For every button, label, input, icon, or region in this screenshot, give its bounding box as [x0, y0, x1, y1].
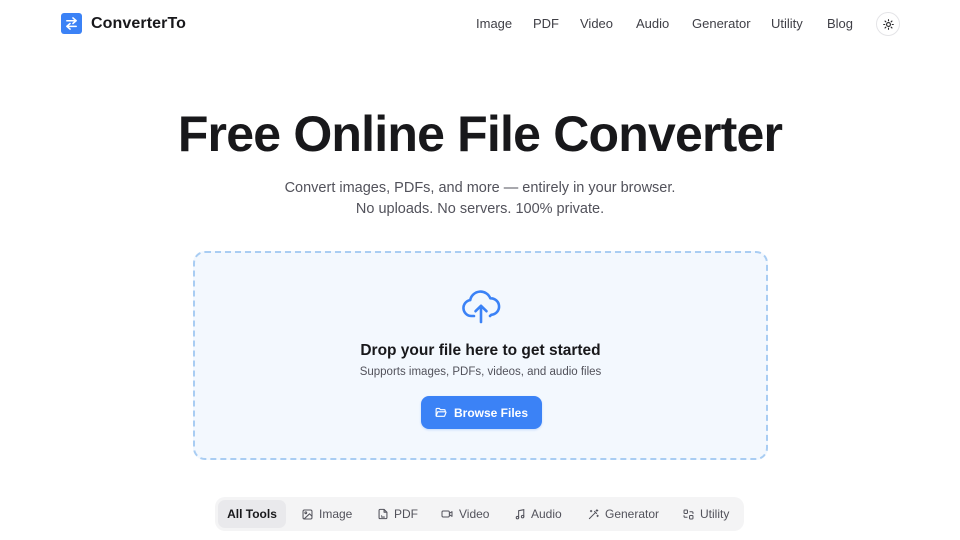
tab-label: Image [319, 507, 353, 521]
nav-item-video[interactable]: Video [580, 16, 613, 31]
tab-label: Audio [531, 507, 562, 521]
tab-image[interactable]: Image [294, 500, 360, 528]
nav-item-utility[interactable]: Utility [771, 16, 803, 31]
nav-item-audio[interactable]: Audio [636, 16, 669, 31]
site-header: ConverterTo Image PDF Video Audio Genera… [0, 0, 960, 48]
sun-icon [882, 18, 894, 30]
dropzone-subtitle: Supports images, PDFs, videos, and audio… [359, 366, 602, 378]
utility-icon [683, 509, 694, 519]
file-pdf-icon [378, 508, 388, 520]
cloud-upload-icon [462, 290, 501, 324]
music-icon [515, 508, 525, 519]
tab-all-tools[interactable]: All Tools [218, 500, 286, 528]
page-title: Free Online File Converter [177, 106, 783, 162]
tab-label: PDF [394, 507, 418, 521]
main-nav: Image PDF Video Audio Generator Utility … [0, 16, 960, 32]
tab-utility[interactable]: Utility [675, 500, 737, 528]
nav-item-pdf[interactable]: PDF [533, 16, 559, 31]
hero-subtitle-line2: No uploads. No servers. 100% private. [355, 201, 605, 217]
tab-label: All Tools [227, 507, 277, 521]
tab-audio[interactable]: Audio [507, 500, 570, 528]
category-tabs: All Tools Image PDF Video Audio Generato… [215, 497, 744, 531]
tab-label: Utility [700, 507, 730, 521]
folder-open-icon [435, 407, 447, 417]
theme-toggle-button[interactable] [876, 12, 900, 36]
tab-label: Video [459, 507, 490, 521]
nav-item-image[interactable]: Image [476, 16, 512, 31]
file-dropzone[interactable]: Drop your file here to get started Suppo… [193, 251, 768, 460]
tab-generator[interactable]: Generator [580, 500, 667, 528]
nav-item-generator[interactable]: Generator [692, 16, 751, 31]
hero-subtitle-line1: Convert images, PDFs, and more — entirel… [284, 180, 676, 196]
tab-label: Generator [605, 507, 660, 521]
browse-files-label: Browse Files [453, 405, 529, 420]
tab-video[interactable]: Video [433, 500, 497, 528]
nav-item-blog[interactable]: Blog [827, 16, 853, 31]
image-icon [302, 509, 313, 519]
wand-icon [588, 508, 599, 519]
dropzone-title: Drop your file here to get started [360, 342, 601, 359]
video-icon [441, 510, 453, 518]
browse-files-button[interactable]: Browse Files [421, 396, 542, 429]
tab-pdf[interactable]: PDF [370, 500, 426, 528]
